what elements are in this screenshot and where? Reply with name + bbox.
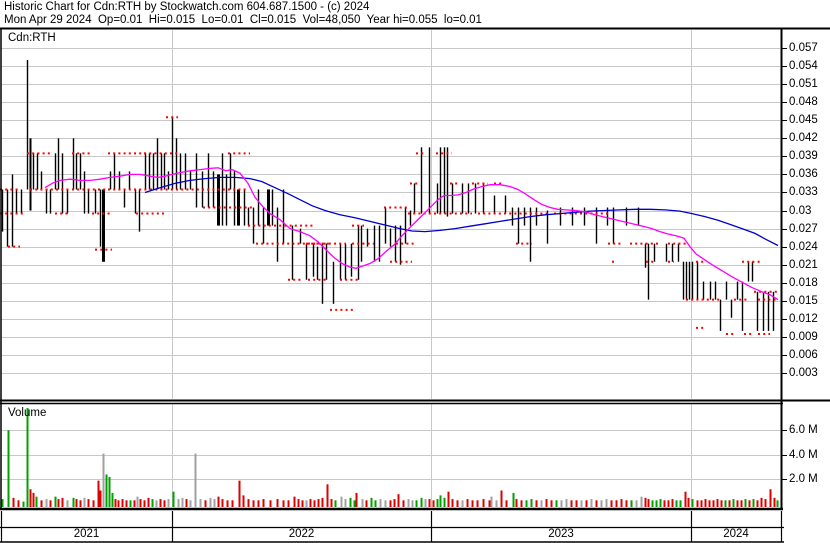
price-tick-0.033: 0.033 [789, 185, 818, 198]
price-tick-0.015: 0.015 [789, 294, 818, 307]
price-tick-0.048: 0.048 [789, 95, 818, 108]
price-tick-0.057: 0.057 [789, 41, 818, 54]
year-label-2023: 2023 [548, 528, 574, 540]
symbol-label: Cdn:RTH [8, 32, 56, 44]
volume-tick-4.0 M: 4.0 M [789, 448, 818, 461]
price-tick-0.024: 0.024 [789, 240, 818, 253]
price-tick-0.018: 0.018 [789, 276, 818, 289]
year-label-2022: 2022 [288, 528, 315, 540]
price-tick-0.03: 0.03 [789, 204, 812, 217]
price-tick-0.006: 0.006 [789, 348, 818, 361]
price-tick-0.012: 0.012 [789, 312, 818, 325]
price-tick-0.036: 0.036 [789, 167, 818, 180]
price-tick-0.054: 0.054 [789, 59, 818, 72]
price-tick-0.051: 0.051 [789, 77, 818, 90]
price-tick-0.009: 0.009 [789, 330, 818, 343]
volume-tick-6.0 M: 6.0 M [789, 423, 818, 436]
price-tick-0.045: 0.045 [789, 113, 818, 126]
price-tick-0.003: 0.003 [789, 366, 818, 379]
year-label-2021: 2021 [73, 528, 100, 540]
price-tick-0.021: 0.021 [789, 258, 818, 271]
volume-pane-label: Volume [8, 407, 47, 419]
price-tick-0.027: 0.027 [789, 222, 818, 235]
year-label-2024: 2024 [723, 528, 749, 540]
price-tick-0.042: 0.042 [789, 131, 818, 144]
price-tick-0.039: 0.039 [789, 149, 818, 162]
stockwatch-historic-chart: Historic Chart for Cdn:RTH by Stockwatch… [0, 0, 830, 543]
chart-canvas [0, 27, 830, 543]
volume-tick-2.0 M: 2.0 M [789, 472, 818, 485]
